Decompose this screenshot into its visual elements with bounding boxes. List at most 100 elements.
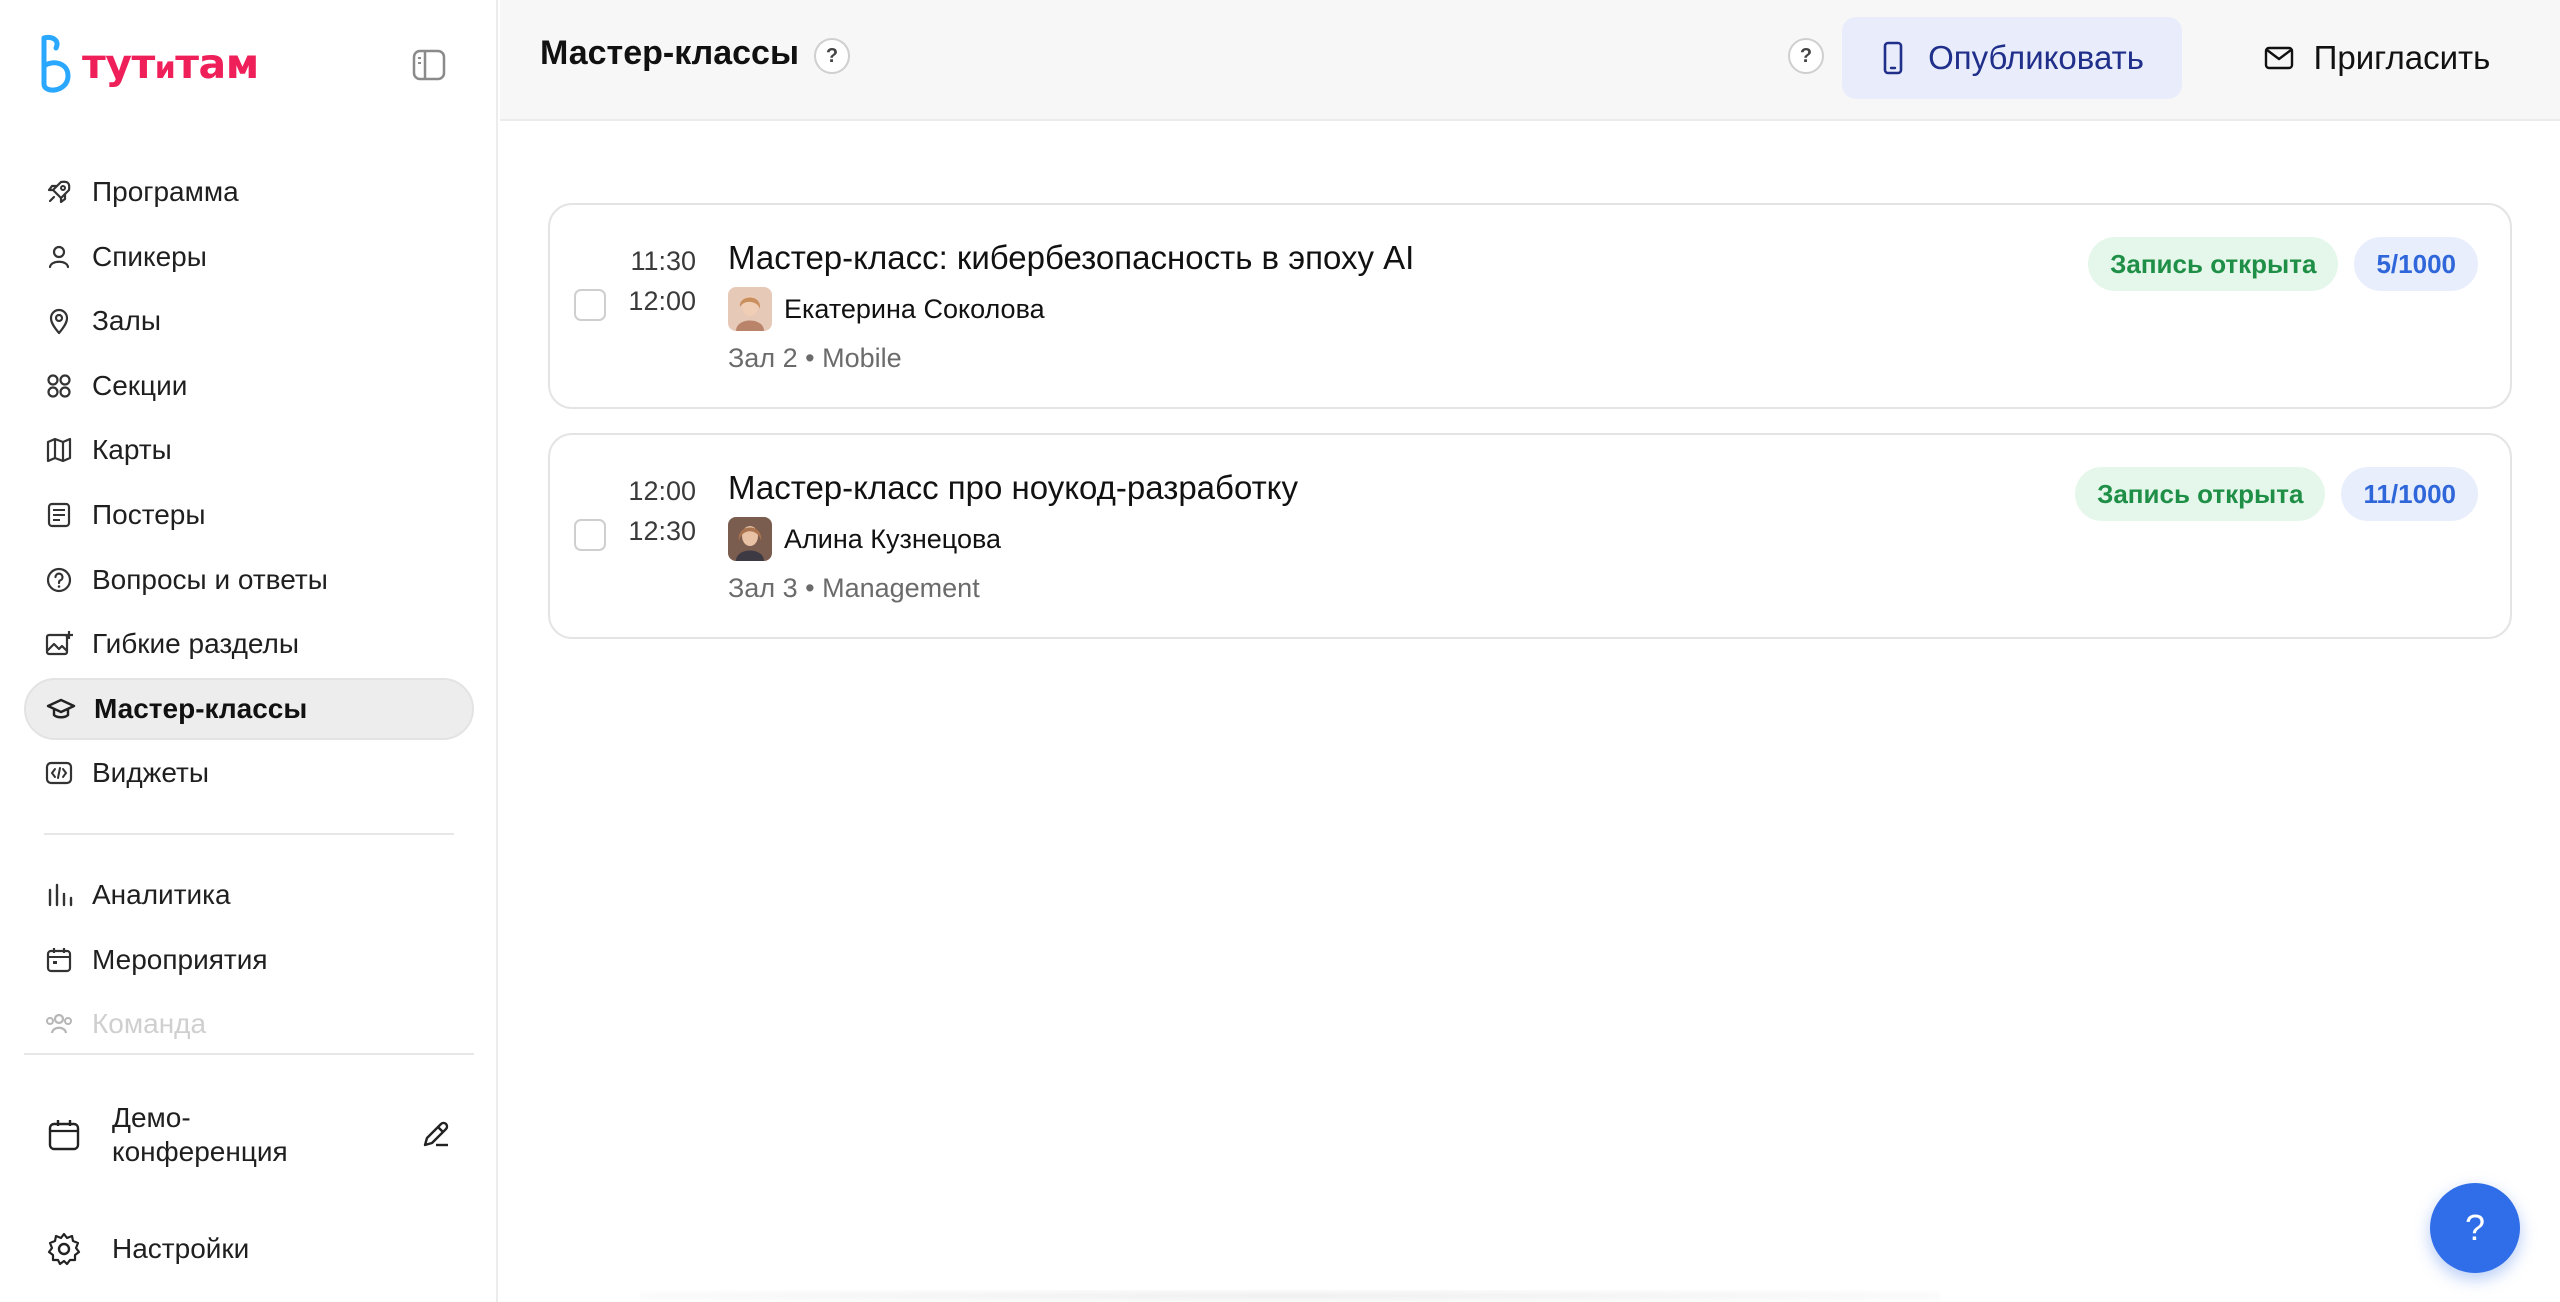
section-name: Management bbox=[822, 573, 980, 603]
sidebar-item-qa[interactable]: Вопросы и ответы bbox=[24, 549, 474, 611]
meta-separator: • bbox=[805, 573, 815, 603]
master-class-card[interactable]: 12:00 12:30 Мастер-класс про ноукод-разр… bbox=[548, 433, 2512, 639]
sidebar-item-widgets[interactable]: Виджеты bbox=[24, 742, 474, 804]
sidebar-item-label: Мастер-классы bbox=[94, 692, 308, 724]
image-plus-icon bbox=[44, 629, 74, 659]
bar-chart-icon bbox=[44, 880, 74, 910]
title-help-button[interactable]: ? bbox=[814, 38, 850, 74]
sidebar-item-flexible-sections[interactable]: Гибкие разделы bbox=[24, 613, 474, 675]
speaker-name: Екатерина Соколова bbox=[784, 293, 1045, 324]
time-range: 11:30 12:00 bbox=[622, 241, 696, 321]
edit-event-button[interactable] bbox=[416, 1114, 456, 1154]
header-help-button[interactable]: ? bbox=[1788, 38, 1824, 74]
status-badge: Запись открыта bbox=[2088, 237, 2339, 291]
poster-icon bbox=[44, 500, 74, 530]
select-checkbox[interactable] bbox=[574, 289, 606, 321]
badges: Запись открыта 11/1000 bbox=[2075, 467, 2478, 521]
select-checkbox[interactable] bbox=[574, 519, 606, 551]
gear-icon bbox=[44, 1229, 84, 1269]
settings-label: Настройки bbox=[112, 1233, 250, 1264]
publish-button[interactable]: Опубликовать bbox=[1842, 17, 2182, 99]
sidebar-item-label: Мероприятия bbox=[92, 943, 268, 975]
sidebar-collapse-button[interactable] bbox=[408, 44, 450, 86]
registration-count-badge: 5/1000 bbox=[2354, 237, 2478, 291]
sidebar-item-speakers[interactable]: Спикеры bbox=[24, 226, 474, 288]
badges: Запись открыта 5/1000 bbox=[2088, 237, 2478, 291]
sidebar-item-label: Секции bbox=[92, 369, 188, 401]
sidebar-item-label: Аналитика bbox=[92, 879, 231, 910]
sidebar-item-label: Команда bbox=[92, 1008, 207, 1040]
sidebar-nav-secondary: Аналитика Мероприятия Команда bbox=[24, 864, 474, 1058]
publish-label: Опубликовать bbox=[1928, 39, 2144, 76]
sidebar-item-analytics[interactable]: Аналитика bbox=[24, 864, 474, 926]
calendar-icon bbox=[44, 1115, 84, 1155]
speaker: Алина Кузнецова bbox=[728, 517, 1001, 561]
sidebar-item-label: Залы bbox=[92, 305, 161, 337]
bottom-shadow bbox=[640, 1290, 1940, 1302]
page-header: Мастер-классы ? ? Опубликовать Пригласит… bbox=[500, 0, 2560, 121]
sidebar-item-events[interactable]: Мероприятия bbox=[24, 929, 474, 991]
mail-icon bbox=[2264, 45, 2294, 71]
invite-label: Пригласить bbox=[2313, 39, 2491, 76]
grid-circles-icon bbox=[44, 371, 74, 401]
calendar-icon bbox=[44, 945, 74, 975]
avatar bbox=[728, 287, 772, 331]
brand-logo[interactable]: тутитам bbox=[34, 32, 259, 96]
sidebar-item-sections[interactable]: Секции bbox=[24, 355, 474, 417]
sidebar-item-maps[interactable]: Карты bbox=[24, 419, 474, 481]
sidebar-toggle-icon bbox=[412, 49, 446, 81]
logo-mark-icon bbox=[41, 35, 71, 93]
hall-name: Зал 3 bbox=[728, 573, 798, 603]
class-meta: Зал 3 • Management bbox=[728, 573, 980, 604]
end-time: 12:00 bbox=[628, 286, 696, 316]
map-icon bbox=[44, 435, 74, 465]
brand-wordmark: тутитам bbox=[82, 39, 259, 88]
start-time: 11:30 bbox=[630, 246, 696, 276]
time-range: 12:00 12:30 bbox=[622, 471, 696, 551]
help-fab-button[interactable]: ? bbox=[2430, 1183, 2520, 1273]
map-pin-icon bbox=[44, 306, 74, 336]
sidebar-bottom-divider bbox=[24, 1053, 474, 1055]
meta-separator: • bbox=[805, 343, 815, 373]
invite-button[interactable]: Пригласить bbox=[2232, 17, 2522, 99]
class-meta: Зал 2 • Mobile bbox=[728, 343, 902, 374]
sidebar-item-program[interactable]: Программа bbox=[24, 161, 474, 223]
hall-name: Зал 2 bbox=[728, 343, 798, 373]
smartphone-icon bbox=[1880, 41, 1906, 75]
sidebar-item-label: Спикеры bbox=[92, 240, 207, 272]
team-icon bbox=[44, 1009, 74, 1039]
registration-count-badge: 11/1000 bbox=[2341, 467, 2478, 521]
sidebar-item-label: Виджеты bbox=[92, 757, 209, 789]
sidebar-item-label: Вопросы и ответы bbox=[92, 563, 328, 595]
master-class-title[interactable]: Мастер-класс: кибербезопасность в эпоху … bbox=[728, 239, 1414, 277]
sidebar-item-label: Программа bbox=[92, 176, 239, 207]
user-icon bbox=[44, 242, 74, 272]
status-badge: Запись открыта bbox=[2075, 467, 2326, 521]
sidebar-item-label: Гибкие разделы bbox=[92, 628, 300, 660]
current-event[interactable]: Демо-конференция bbox=[44, 1098, 464, 1172]
master-class-card[interactable]: 11:30 12:00 Мастер-класс: кибербезопасно… bbox=[548, 203, 2512, 409]
pencil-icon bbox=[423, 1121, 449, 1147]
sidebar-divider bbox=[44, 833, 454, 835]
sidebar-item-label: Карты bbox=[92, 434, 172, 466]
end-time: 12:30 bbox=[628, 516, 696, 546]
event-name: Демо-конференция bbox=[112, 1102, 288, 1167]
question-circle-icon bbox=[44, 565, 74, 595]
avatar bbox=[728, 517, 772, 561]
start-time: 12:00 bbox=[628, 476, 696, 506]
graduation-cap-icon bbox=[46, 694, 76, 724]
sidebar-item-label: Постеры bbox=[92, 498, 206, 530]
section-name: Mobile bbox=[822, 343, 902, 373]
speaker: Екатерина Соколова bbox=[728, 287, 1045, 331]
sidebar-item-master-classes[interactable]: Мастер-классы bbox=[24, 677, 474, 740]
master-class-title[interactable]: Мастер-класс про ноукод-разработку bbox=[728, 469, 1298, 507]
speaker-name: Алина Кузнецова bbox=[784, 523, 1002, 554]
sidebar-item-posters[interactable]: Постеры bbox=[24, 484, 474, 546]
code-icon bbox=[44, 758, 74, 788]
sidebar-nav: Программа Спикеры Залы Секции Карты Пост… bbox=[24, 161, 474, 807]
page-title: Мастер-классы bbox=[540, 34, 800, 72]
sidebar-item-halls[interactable]: Залы bbox=[24, 290, 474, 352]
rocket-icon bbox=[44, 177, 74, 207]
sidebar-item-team[interactable]: Команда bbox=[24, 993, 474, 1055]
sidebar-item-settings[interactable]: Настройки bbox=[44, 1224, 249, 1274]
